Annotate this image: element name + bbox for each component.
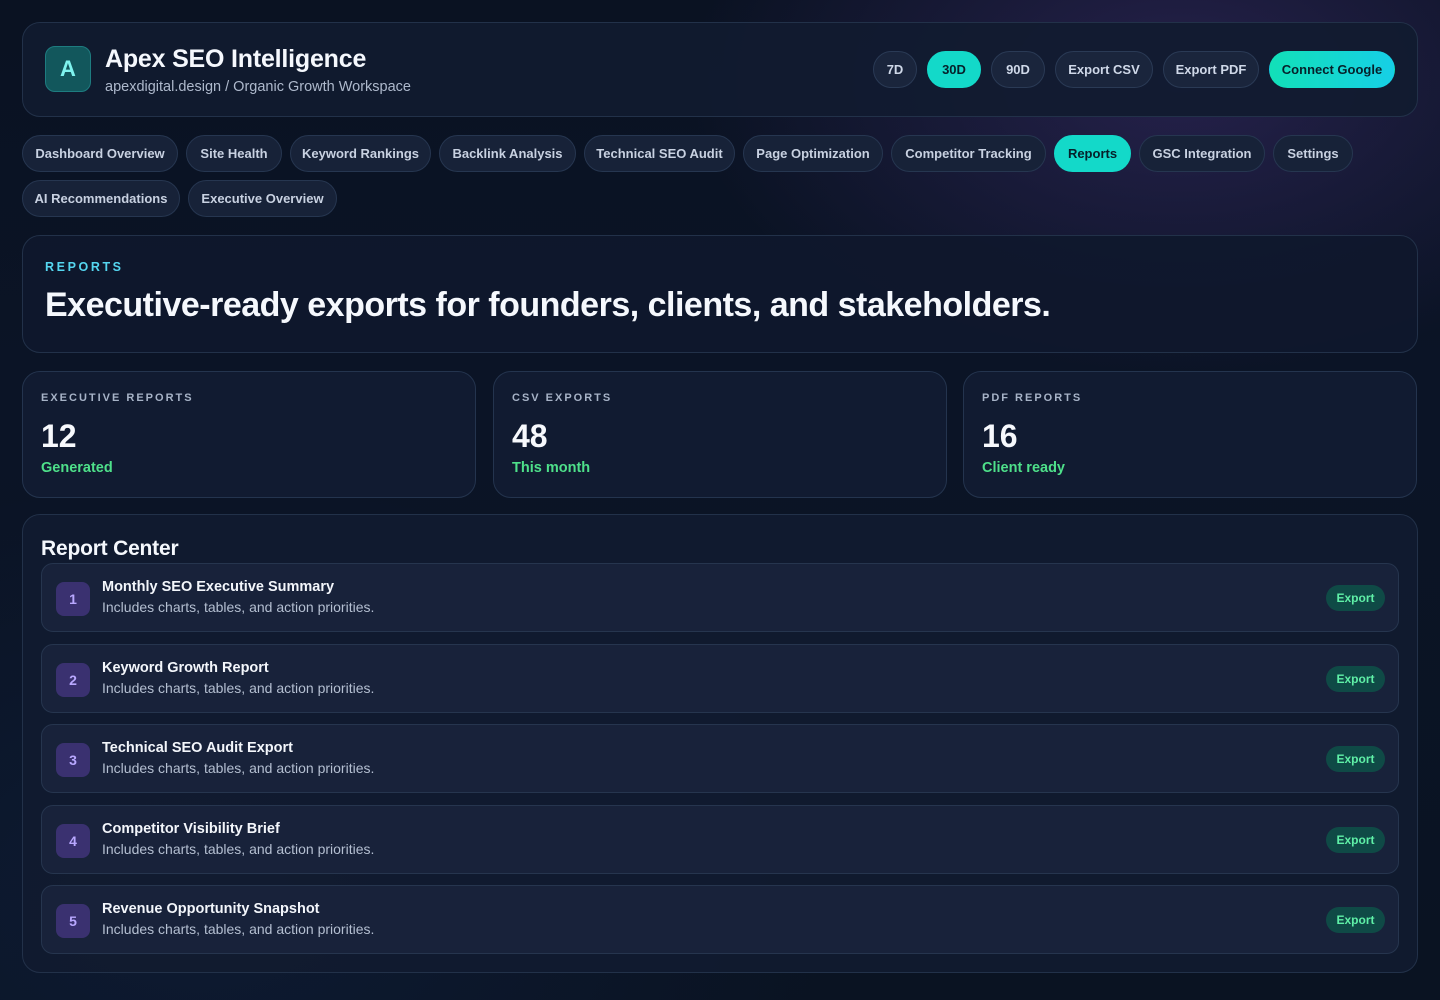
export-csv-button[interactable]: Export CSV	[1055, 51, 1153, 88]
report-title: Monthly SEO Executive Summary	[102, 579, 335, 595]
tab-ai-recommendations[interactable]: AI Recommendations	[22, 180, 180, 217]
report-number-badge: 2	[56, 663, 90, 697]
stat-value: 12	[41, 418, 77, 454]
report-row: 5 Revenue Opportunity Snapshot Includes …	[41, 885, 1399, 954]
report-row: 4 Competitor Visibility Brief Includes c…	[41, 805, 1399, 874]
tab-gsc-integration[interactable]: GSC Integration	[1139, 135, 1265, 172]
export-report-button[interactable]: Export	[1326, 827, 1385, 853]
export-report-button[interactable]: Export	[1326, 907, 1385, 933]
page-title: Executive-ready exports for founders, cl…	[45, 286, 1051, 324]
report-row: 2 Keyword Growth Report Includes charts,…	[41, 644, 1399, 713]
stat-note: Generated	[41, 460, 113, 476]
stat-note: This month	[512, 460, 591, 476]
stat-value: 16	[982, 418, 1018, 454]
brand-logo: A	[45, 46, 91, 92]
tab-executive-overview[interactable]: Executive Overview	[188, 180, 337, 217]
export-pdf-button[interactable]: Export PDF	[1163, 51, 1259, 88]
report-description: Includes charts, tables, and action prio…	[102, 680, 375, 696]
report-description: Includes charts, tables, and action prio…	[102, 599, 375, 615]
report-row: 3 Technical SEO Audit Export Includes ch…	[41, 724, 1399, 793]
report-description: Includes charts, tables, and action prio…	[102, 841, 375, 857]
report-center-title: Report Center	[41, 537, 179, 560]
tab-backlink-analysis[interactable]: Backlink Analysis	[439, 135, 576, 172]
report-description: Includes charts, tables, and action prio…	[102, 921, 375, 937]
report-number-badge: 4	[56, 824, 90, 858]
connect-google-button[interactable]: Connect Google	[1269, 51, 1395, 88]
tab-competitor-tracking[interactable]: Competitor Tracking	[891, 135, 1046, 172]
app-title: Apex SEO Intelligence	[105, 45, 367, 73]
tab-reports[interactable]: Reports	[1054, 135, 1131, 172]
report-title: Competitor Visibility Brief	[102, 821, 280, 837]
range-90d-button[interactable]: 90D	[991, 51, 1045, 88]
stat-label: PDF REPORTS	[982, 392, 1083, 404]
report-title: Technical SEO Audit Export	[102, 740, 293, 756]
report-row: 1 Monthly SEO Executive Summary Includes…	[41, 563, 1399, 632]
export-report-button[interactable]: Export	[1326, 746, 1385, 772]
stat-label: EXECUTIVE REPORTS	[41, 392, 194, 404]
stat-label: CSV EXPORTS	[512, 392, 613, 404]
tab-dashboard-overview[interactable]: Dashboard Overview	[22, 135, 178, 172]
app-header: A Apex SEO Intelligence apexdigital.desi…	[22, 22, 1418, 117]
tab-settings[interactable]: Settings	[1273, 135, 1353, 172]
range-7d-button[interactable]: 7D	[873, 51, 917, 88]
section-eyebrow: REPORTS	[45, 260, 124, 274]
tab-technical-seo-audit[interactable]: Technical SEO Audit	[584, 135, 735, 172]
tab-site-health[interactable]: Site Health	[186, 135, 282, 172]
page-hero: REPORTS Executive-ready exports for foun…	[22, 235, 1418, 353]
tab-keyword-rankings[interactable]: Keyword Rankings	[290, 135, 431, 172]
stat-card-executive-reports: EXECUTIVE REPORTS 12 Generated	[22, 371, 476, 498]
export-report-button[interactable]: Export	[1326, 585, 1385, 611]
report-description: Includes charts, tables, and action prio…	[102, 760, 375, 776]
report-center-panel: Report Center 1 Monthly SEO Executive Su…	[22, 514, 1418, 973]
stat-note: Client ready	[982, 460, 1065, 476]
report-title: Keyword Growth Report	[102, 660, 269, 676]
workspace-subtitle: apexdigital.design / Organic Growth Work…	[105, 79, 411, 95]
report-number-badge: 5	[56, 904, 90, 938]
stat-card-csv-exports: CSV EXPORTS 48 This month	[493, 371, 947, 498]
stat-card-pdf-reports: PDF REPORTS 16 Client ready	[963, 371, 1417, 498]
report-title: Revenue Opportunity Snapshot	[102, 901, 320, 917]
range-30d-button[interactable]: 30D	[927, 51, 981, 88]
export-report-button[interactable]: Export	[1326, 666, 1385, 692]
stat-value: 48	[512, 418, 548, 454]
tab-page-optimization[interactable]: Page Optimization	[743, 135, 883, 172]
report-number-badge: 1	[56, 582, 90, 616]
report-number-badge: 3	[56, 743, 90, 777]
